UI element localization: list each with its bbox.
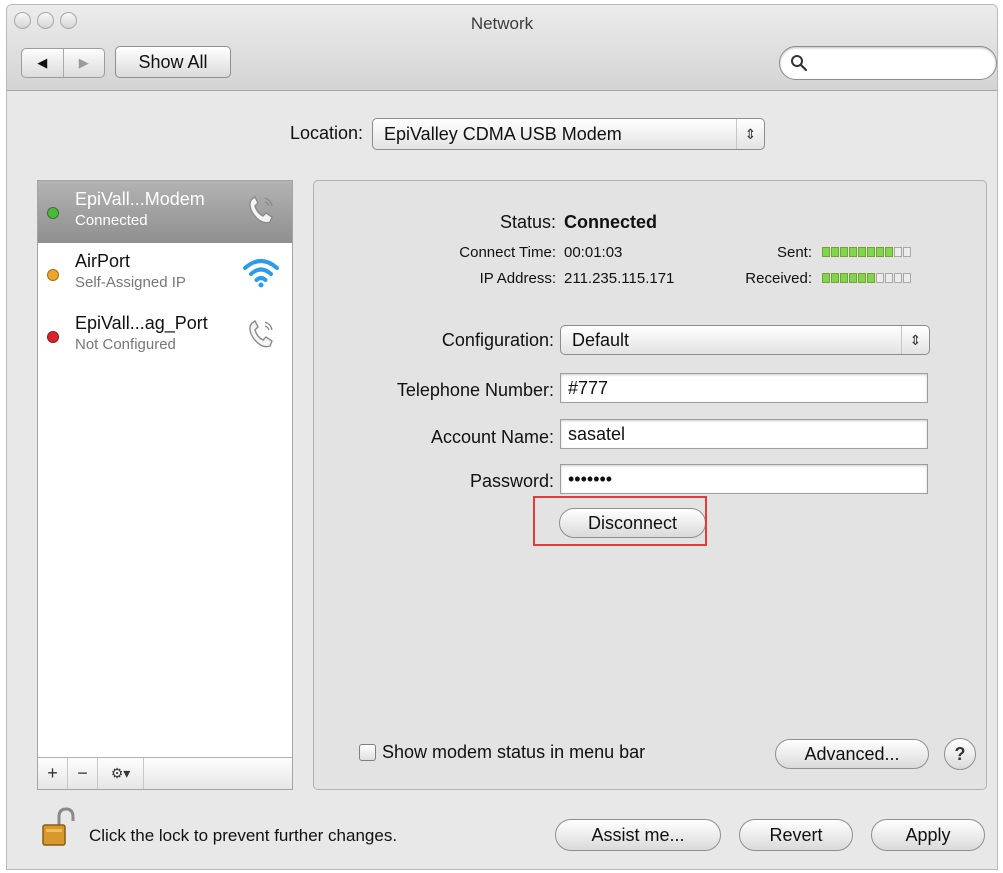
add-service-button[interactable]: +	[38, 758, 68, 789]
configuration-value: Default	[572, 329, 630, 350]
back-forward-control: ◀ ▶	[21, 48, 105, 78]
sent-activity-meter	[822, 247, 911, 257]
wifi-icon	[242, 253, 280, 291]
meter-segment	[876, 247, 884, 257]
phone-modem-icon	[242, 191, 280, 229]
meter-segment	[840, 247, 848, 257]
connect-time-value: 00:01:03	[564, 244, 623, 261]
network-preferences-window: Network ◀ ▶ Show All Location: EpiValley…	[6, 4, 998, 870]
service-status: Self-Assigned IP	[75, 274, 186, 291]
meter-segment	[822, 247, 830, 257]
assist-me-button[interactable]: Assist me...	[555, 819, 721, 851]
meter-segment	[894, 273, 902, 283]
status-green-icon	[47, 207, 59, 219]
lock-message: Click the lock to prevent further change…	[89, 826, 398, 845]
service-list: EpiVall...Modem Connected AirPort Self-A…	[37, 180, 293, 790]
service-name: EpiVall...ag_Port	[75, 313, 208, 333]
service-item-airport[interactable]: AirPort Self-Assigned IP	[38, 243, 292, 305]
service-item-epivalley-port[interactable]: EpiVall...ag_Port Not Configured	[38, 305, 292, 367]
telephone-number-field[interactable]: #777	[560, 373, 928, 403]
location-popup[interactable]: EpiValley CDMA USB Modem ⇕	[372, 118, 765, 150]
detail-panel: Status: Connected Connect Time: 00:01:03…	[313, 180, 987, 790]
title-bar: Network ◀ ▶ Show All	[7, 5, 997, 91]
action-gear-button[interactable]: ⚙▾	[98, 758, 144, 789]
meter-segment	[840, 273, 848, 283]
show-modem-status-label: Show modem status in menu bar	[382, 742, 646, 762]
service-name: EpiVall...Modem	[75, 189, 205, 209]
back-button[interactable]: ◀	[22, 49, 63, 77]
meter-segment	[867, 247, 875, 257]
status-red-icon	[47, 331, 59, 343]
status-label: Status:	[499, 212, 556, 232]
meter-segment	[831, 247, 839, 257]
meter-segment	[822, 273, 830, 283]
received-activity-meter	[822, 273, 911, 283]
account-name-field[interactable]: sasatel	[560, 419, 928, 449]
search-input[interactable]	[779, 46, 997, 80]
configuration-label: Configuration:	[441, 330, 554, 350]
meter-segment	[858, 273, 866, 283]
remove-service-button[interactable]: −	[68, 758, 98, 789]
meter-segment	[849, 273, 857, 283]
meter-segment	[858, 247, 866, 257]
service-status: Connected	[75, 212, 148, 229]
meter-segment	[831, 273, 839, 283]
service-item-epivalley-modem[interactable]: EpiVall...Modem Connected	[38, 181, 292, 243]
ip-address-value: 211.235.115.171	[564, 270, 675, 287]
window-title: Network	[470, 14, 534, 33]
meter-segment	[903, 273, 911, 283]
show-modem-status-checkbox[interactable]	[359, 744, 376, 761]
location-value: EpiValley CDMA USB Modem	[384, 123, 622, 144]
revert-button[interactable]: Revert	[739, 819, 853, 851]
meter-segment	[885, 273, 893, 283]
configuration-popup[interactable]: Default ⇕	[560, 325, 930, 355]
meter-segment	[885, 247, 893, 257]
location-label: Location:	[289, 123, 363, 143]
meter-segment	[894, 247, 902, 257]
password-field[interactable]: •••••••	[560, 464, 928, 494]
sent-label: Sent:	[776, 244, 812, 261]
telephone-number-label: Telephone Number:	[396, 380, 554, 400]
service-status: Not Configured	[75, 336, 176, 353]
meter-segment	[849, 247, 857, 257]
meter-segment	[903, 247, 911, 257]
search-icon	[791, 55, 808, 72]
popup-arrows-icon: ⇕	[736, 119, 764, 149]
account-name-label: Account Name:	[430, 427, 554, 447]
meter-segment	[876, 273, 884, 283]
phone-modem-icon	[242, 315, 280, 353]
disconnect-highlight-box	[533, 496, 707, 546]
advanced-button[interactable]: Advanced...	[775, 739, 929, 769]
status-value: Connected	[564, 212, 658, 232]
show-all-button[interactable]: Show All	[115, 46, 231, 78]
popup-arrows-icon: ⇕	[901, 326, 929, 354]
service-list-toolbar: + − ⚙▾	[38, 757, 292, 789]
ip-address-label: IP Address:	[479, 270, 556, 287]
help-button[interactable]: ?	[944, 738, 976, 770]
apply-button[interactable]: Apply	[871, 819, 985, 851]
status-orange-icon	[47, 269, 59, 281]
meter-segment	[867, 273, 875, 283]
forward-button[interactable]: ▶	[62, 49, 105, 77]
password-label: Password:	[469, 471, 554, 491]
service-name: AirPort	[75, 251, 131, 271]
connect-time-label: Connect Time:	[459, 244, 556, 261]
received-label: Received:	[745, 270, 812, 287]
lock-icon[interactable]	[41, 807, 75, 847]
